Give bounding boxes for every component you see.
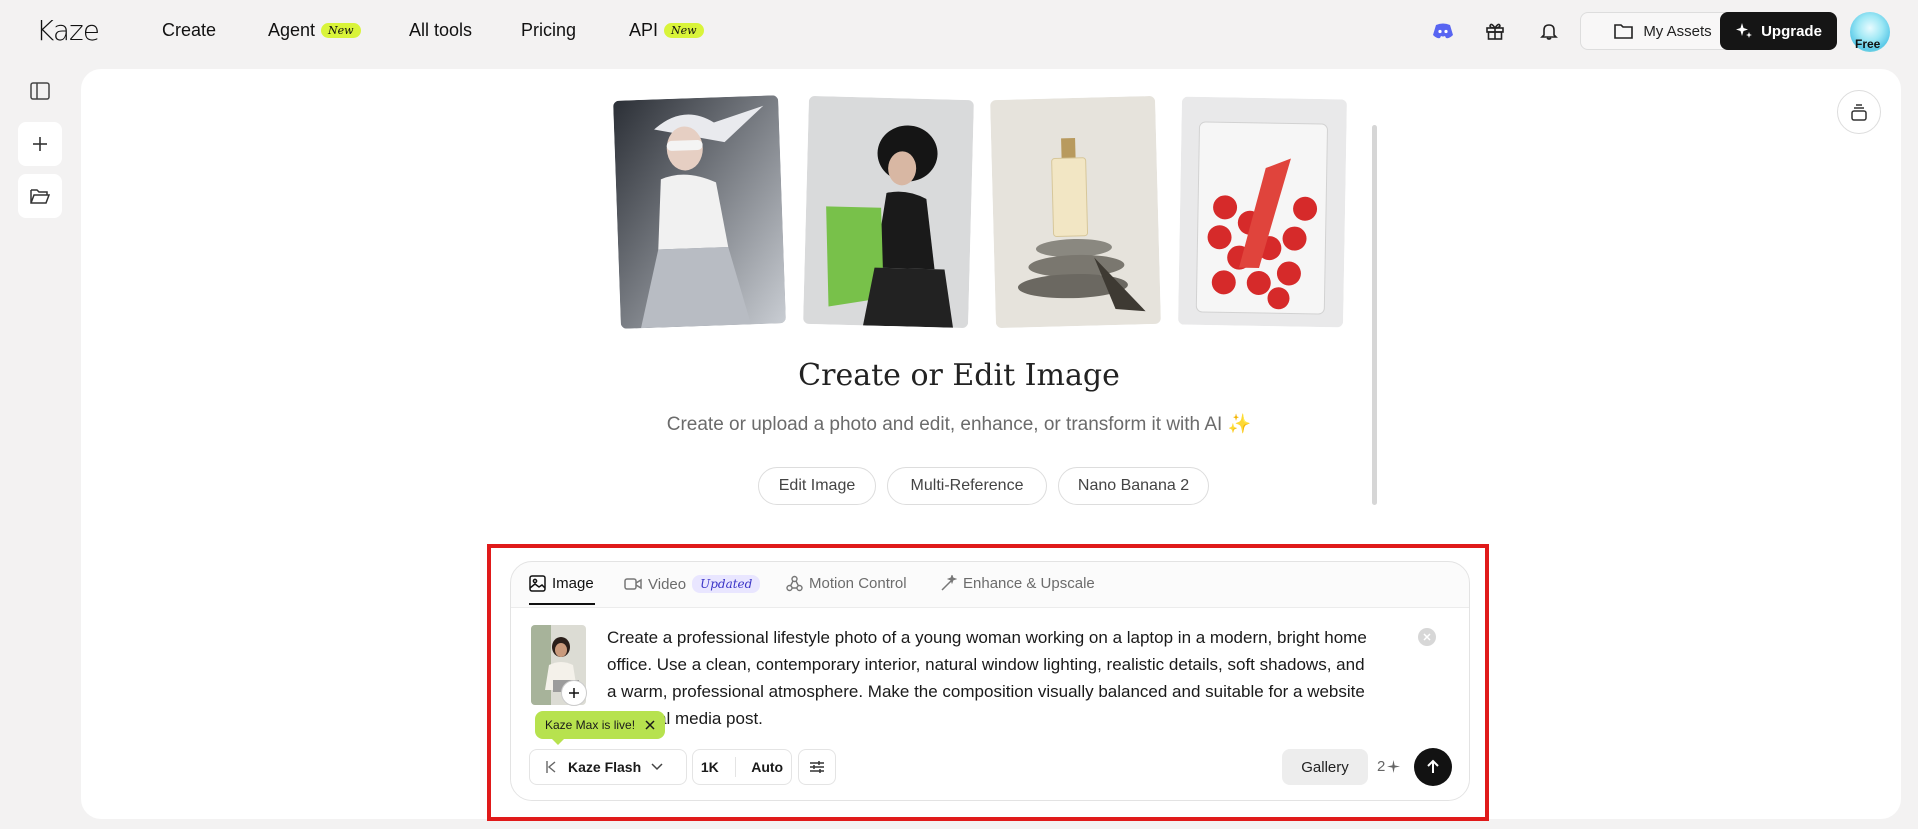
image-icon: [529, 575, 546, 592]
nav-pricing-label: Pricing: [521, 20, 577, 40]
folder-icon: [30, 188, 50, 204]
add-reference-button[interactable]: [561, 680, 587, 706]
plus-icon: [33, 137, 47, 151]
arrow-up-icon: [1427, 759, 1439, 773]
nav-create-label: Create: [162, 20, 217, 40]
toast-text: Kaze Max is live!: [545, 718, 636, 732]
tab-video[interactable]: Video Updated: [624, 575, 761, 593]
prompt-composer: Image Video Updated Motion Control Enhan…: [510, 561, 1470, 801]
toast-pointer: [551, 738, 565, 745]
showcase-image-4[interactable]: [1178, 96, 1347, 328]
chip-nano-banana-2[interactable]: Nano Banana 2: [1058, 467, 1209, 505]
sidebar-toggle-icon: [30, 82, 50, 100]
upgrade-label: Upgrade: [1761, 22, 1822, 40]
gift-icon[interactable]: [1482, 18, 1508, 44]
credit-count: 2: [1377, 758, 1386, 775]
close-icon: [1423, 633, 1431, 641]
sparkle-icon: [1736, 23, 1753, 38]
output-settings[interactable]: 1K Auto: [692, 749, 792, 785]
generate-button[interactable]: [1414, 748, 1452, 786]
tab-motion-control[interactable]: Motion Control: [786, 575, 907, 592]
tab-image[interactable]: Image: [529, 575, 594, 592]
showcase-image-2[interactable]: [803, 95, 974, 329]
new-badge: New: [321, 23, 361, 38]
history-button[interactable]: [1837, 90, 1881, 134]
new-button[interactable]: [18, 122, 62, 166]
tab-enhance-upscale[interactable]: Enhance & Upscale: [940, 575, 1095, 592]
page-subtitle: Create or upload a photo and edit, enhan…: [666, 414, 1252, 435]
nav-pricing[interactable]: Pricing: [521, 20, 576, 41]
plus-icon: [569, 688, 579, 698]
announcement-toast: Kaze Max is live!: [535, 711, 666, 739]
tab-enhance-upscale-label: Enhance & Upscale: [963, 575, 1095, 592]
tab-motion-control-label: Motion Control: [809, 575, 907, 592]
nav-agent[interactable]: Agent New: [268, 20, 361, 41]
kaze-model-icon: [546, 761, 556, 773]
nav-api[interactable]: API New: [629, 20, 704, 41]
composer-tabs: Image Video Updated Motion Control Enhan…: [511, 562, 1469, 607]
gallery-button[interactable]: Gallery: [1282, 749, 1368, 785]
video-camera-icon: [624, 578, 642, 590]
showcase-image-1[interactable]: [613, 95, 786, 329]
nav-api-label: API: [629, 20, 659, 40]
updated-badge: Updated: [692, 575, 761, 593]
advanced-settings-button[interactable]: [798, 749, 836, 785]
page-title: Create or Edit Image: [798, 358, 1120, 393]
model-selector[interactable]: Kaze Flash: [529, 749, 687, 785]
upgrade-button[interactable]: Upgrade: [1720, 12, 1837, 50]
open-folder-button[interactable]: [18, 174, 62, 218]
my-assets-label: My Assets: [1643, 22, 1712, 40]
plan-label: Free: [1855, 37, 1881, 51]
chip-multi-reference[interactable]: Multi-Reference: [887, 467, 1047, 505]
close-icon[interactable]: [645, 720, 655, 730]
magic-wand-icon: [941, 575, 957, 591]
model-label: Kaze Flash: [568, 759, 642, 775]
stack-icon: [1851, 104, 1867, 121]
bell-icon[interactable]: [1536, 18, 1562, 44]
kaze-logo[interactable]: Kaze: [36, 14, 100, 47]
tab-image-label: Image: [552, 575, 594, 592]
credit-cost: 2: [1377, 758, 1401, 775]
new-badge: New: [664, 23, 704, 38]
sliders-icon: [810, 761, 824, 773]
nav-create[interactable]: Create: [162, 20, 216, 41]
active-tab-indicator: [529, 603, 595, 605]
nav-agent-label: Agent: [268, 20, 316, 40]
clear-prompt-button[interactable]: [1418, 628, 1436, 646]
tab-video-label: Video: [648, 575, 687, 593]
top-nav: Kaze Create Agent New All tools Pricing …: [0, 0, 1918, 62]
nav-all-tools[interactable]: All tools: [409, 20, 472, 41]
divider: [734, 757, 736, 777]
showcase-image-3[interactable]: [990, 95, 1161, 329]
discord-icon[interactable]: [1430, 18, 1456, 44]
aspect-ratio-label[interactable]: Auto: [751, 759, 783, 775]
prompt-textarea[interactable]: Create a professional lifestyle photo of…: [607, 624, 1377, 732]
composer-body: Create a professional lifestyle photo of…: [511, 607, 1469, 800]
chevron-down-icon: [651, 763, 663, 771]
sidebar-toggle-button[interactable]: [18, 69, 62, 113]
sparkle-icon: [1387, 760, 1401, 773]
folder-icon: [1614, 24, 1634, 39]
scrollbar[interactable]: [1372, 125, 1377, 505]
chip-edit-image[interactable]: Edit Image: [758, 467, 876, 505]
motion-icon: [786, 575, 803, 592]
resolution-label[interactable]: 1K: [701, 759, 719, 775]
nav-all-tools-label: All tools: [409, 20, 473, 40]
